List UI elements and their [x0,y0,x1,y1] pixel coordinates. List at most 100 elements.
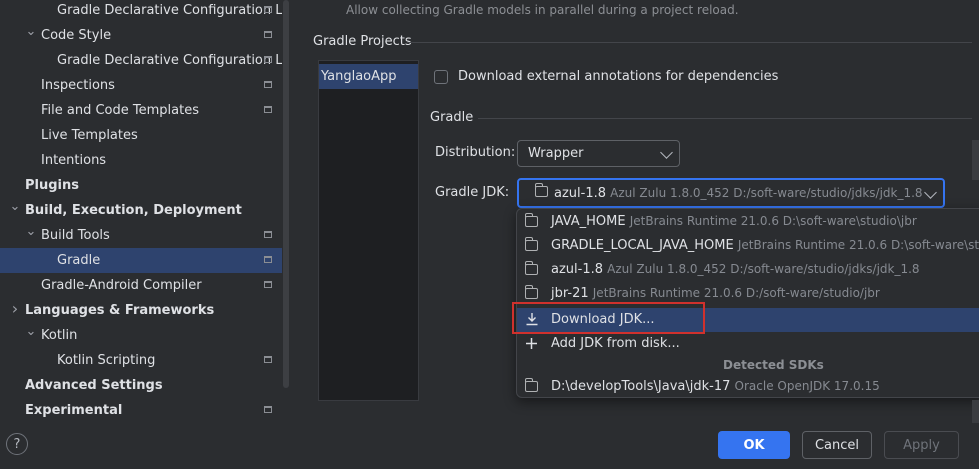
sidebar-item-label: Languages & Frameworks [25,303,215,318]
sidebar-item-label: File and Code Templates [41,103,199,118]
chevron-down-icon[interactable]: ⌄ [9,199,21,214]
sidebar-item-label: Gradle [57,253,101,268]
jdk-option-name: JAVA_HOME [551,214,626,229]
project-scope-icon [264,256,272,263]
sidebar-item-build-execution-deployment[interactable]: ⌄ Build, Execution, Deployment [0,198,282,223]
sidebar-item-code-style[interactable]: ⌄ Code Style [0,23,282,48]
project-scope-icon [264,31,272,38]
project-scope-icon [264,81,272,88]
sidebar-item-build-tools[interactable]: ⌄ Build Tools [0,223,282,248]
sidebar-scrollbar[interactable] [283,0,289,388]
sidebar-item-intentions[interactable]: Intentions [0,148,282,173]
distribution-label: Distribution: [435,145,516,160]
distribution-value: Wrapper [528,146,584,161]
sidebar-item-label: Gradle Declarative Configuration Lang [57,3,282,18]
highlight-box [512,302,705,334]
cancel-button[interactable]: Cancel [802,431,872,459]
parallel-reload-description: Allow collecting Gradle models in parall… [346,3,739,17]
chevron-down-icon[interactable]: ⌄ [25,24,37,39]
project-scope-icon [264,6,272,13]
sidebar-item-plugins[interactable]: Plugins [0,173,282,198]
folder-icon [525,261,538,275]
add-jdk-label: Add JDK from disk... [551,336,680,351]
folder-icon [525,237,538,251]
detected-jdk-option[interactable]: D:\developTools\Java\jdk-17 Oracle OpenJ… [517,375,979,397]
sidebar-item-live-templates[interactable]: Live Templates [0,123,282,148]
sidebar-item-gradle-declarative-configuration-lang[interactable]: Gradle Declarative Configuration Lang [0,0,282,23]
folder-icon [525,285,538,299]
gradle-jdk-selected-detail: Azul Zulu 1.8.0_452 D:/soft-ware/studio/… [610,186,923,200]
download-annotations-checkbox[interactable] [434,70,448,84]
settings-sidebar: Gradle Declarative Configuration Lang ⌄ Co… [0,0,282,423]
folder-icon [535,183,548,197]
project-scope-icon [264,406,272,413]
jdk-option[interactable]: JAVA_HOME JetBrains Runtime 21.0.6 D:\so… [517,210,979,234]
jdk-option[interactable]: azul-1.8 Azul Zulu 1.8.0_452 D:/soft-war… [517,258,979,282]
chevron-down-icon[interactable]: ⌄ [25,324,37,339]
detected-sdks-header: Detected SDKs [723,358,824,372]
sidebar-item-label: Gradle Declarative Configuration La [57,53,282,68]
sidebar-item-label: Inspections [41,78,115,93]
project-scope-icon [264,281,272,288]
sidebar-item-gradle[interactable]: Gradle [0,248,282,273]
right-edge-strip [972,400,979,423]
jdk-option-name: D:\developTools\Java\jdk-17 [551,379,731,394]
sidebar-item-experimental[interactable]: Experimental [0,398,282,423]
download-annotations-label: Download external annotations for depend… [458,69,779,84]
sidebar-item-gradle-declarative-configuration-la[interactable]: Gradle Declarative Configuration La [0,48,282,73]
sidebar-item-label: Experimental [25,403,123,418]
sidebar-item-label: Build Tools [41,228,110,243]
sidebar-item-inspections[interactable]: Inspections [0,73,282,98]
sidebar-item-languages-frameworks[interactable]: › Languages & Frameworks [0,298,282,323]
distribution-dropdown[interactable]: Wrapper [517,140,680,167]
project-scope-icon [264,356,272,363]
sidebar-item-kotlin[interactable]: ⌄ Kotlin [0,323,282,348]
jdk-option-name: azul-1.8 [551,262,604,277]
folder-icon [525,378,538,392]
help-icon: ? [13,436,21,452]
gradle-section-separator [478,118,972,119]
chevron-down-icon [660,146,673,159]
project-scope-icon [264,106,272,113]
gradle-section-title: Gradle [430,110,474,125]
ok-button[interactable]: OK [718,431,790,459]
apply-button[interactable]: Apply [884,431,959,459]
sidebar-item-label: Build, Execution, Deployment [25,203,242,218]
right-edge-strip [972,140,979,180]
sidebar-item-file-and-code-templates[interactable]: File and Code Templates [0,98,282,123]
sidebar-item-label: Advanced Settings [25,378,163,393]
sidebar-item-label: Kotlin Scripting [57,353,156,368]
plus-icon [526,338,537,349]
project-item-yanglaoapp[interactable]: YanglaoApp [319,64,418,89]
jdk-option-detail: JetBrains Runtime 21.0.6 D:/soft-ware/st… [592,286,880,300]
sidebar-item-advanced-settings[interactable]: Advanced Settings [0,373,282,398]
jdk-option-detail: Oracle OpenJDK 17.0.15 [734,379,880,393]
jdk-option-name: GRADLE_LOCAL_JAVA_HOME [551,238,734,253]
gradle-projects-list[interactable]: YanglaoApp [318,60,419,401]
gradle-jdk-label: Gradle JDK: [435,185,510,200]
chevron-down-icon[interactable]: ⌄ [25,224,37,239]
jdk-option-detail: JetBrains Runtime 21.0.6 D:\soft-ware\st… [629,214,917,228]
jdk-option-detail: JetBrains Runtime 21.0.6 D:\soft-ware\st… [737,238,979,252]
sidebar-item-label: Gradle-Android Compiler [41,278,202,293]
jdk-option[interactable]: GRADLE_LOCAL_JAVA_HOME JetBrains Runtime… [517,234,979,258]
sidebar-item-label: Intentions [41,153,107,168]
sidebar-item-label: Kotlin [41,328,78,343]
gradle-jdk-selected-name: azul-1.8 [554,186,607,201]
jdk-option-name: jbr-21 [551,286,589,301]
chevron-down-icon [924,186,937,199]
help-button[interactable]: ? [6,433,28,455]
chevron-right-icon[interactable]: › [9,299,21,318]
folder-icon [525,213,538,227]
add-jdk-option[interactable]: Add JDK from disk... [517,332,979,356]
sidebar-item-label: Plugins [25,178,79,193]
gradle-jdk-dropdown[interactable]: azul-1.8 Azul Zulu 1.8.0_452 D:/soft-war… [517,178,945,208]
jdk-option-detail: Azul Zulu 1.8.0_452 D:/soft-ware/studio/… [607,262,920,276]
project-scope-icon [264,231,272,238]
sidebar-item-gradle-android-compiler[interactable]: Gradle-Android Compiler [0,273,282,298]
sidebar-item-label: Live Templates [41,128,138,143]
project-item-label: YanglaoApp [321,69,397,84]
gradle-projects-title: Gradle Projects [313,34,412,49]
sidebar-item-kotlin-scripting[interactable]: Kotlin Scripting [0,348,282,373]
gradle-jdk-selected: azul-1.8 Azul Zulu 1.8.0_452 D:/soft-war… [535,183,923,201]
